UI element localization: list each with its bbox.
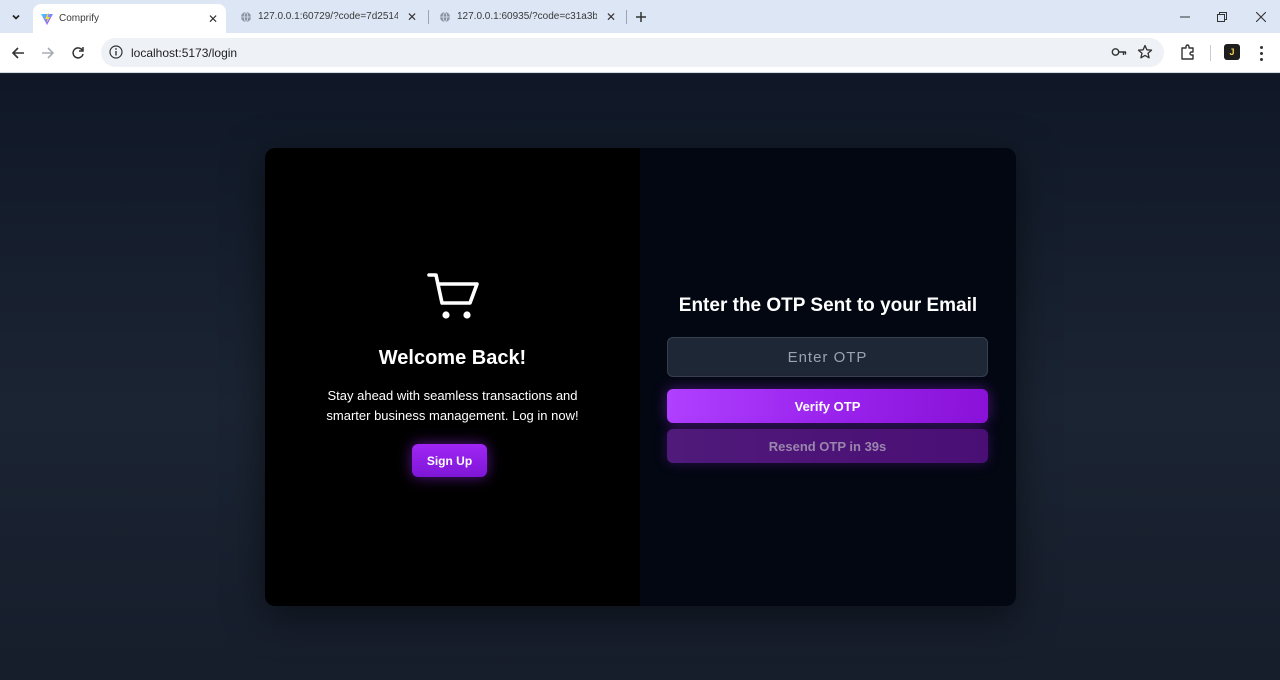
extensions-puzzle-icon[interactable] xyxy=(1178,42,1198,62)
menu-dot xyxy=(1259,45,1263,49)
back-button[interactable] xyxy=(7,42,29,64)
profile-avatar[interactable]: J xyxy=(1224,44,1240,60)
welcome-panel: Welcome Back! Stay ahead with seamless t… xyxy=(265,148,640,606)
close-window-button[interactable] xyxy=(1252,8,1270,26)
globe-icon xyxy=(438,10,452,24)
resend-otp-button[interactable]: Resend OTP in 39s xyxy=(667,429,988,463)
close-icon xyxy=(1256,12,1266,22)
shopping-cart-icon xyxy=(427,273,479,319)
tab-strip: Comprify ✕ 127.0.0.1:60729/?code=7d2514 … xyxy=(0,0,1280,33)
chevron-down-icon xyxy=(12,14,20,20)
toolbar-divider xyxy=(1210,45,1211,61)
minimize-button[interactable] xyxy=(1176,8,1194,26)
welcome-description: Stay ahead with seamless transactions an… xyxy=(326,388,579,423)
page-viewport: Welcome Back! Stay ahead with seamless t… xyxy=(0,74,1280,680)
close-icon[interactable]: ✕ xyxy=(405,10,419,24)
sign-up-button[interactable]: Sign Up xyxy=(412,444,487,477)
restore-icon xyxy=(1217,12,1227,22)
tab-title: 127.0.0.1:60729/?code=7d2514 xyxy=(258,11,398,22)
login-card: Welcome Back! Stay ahead with seamless t… xyxy=(265,148,1016,606)
forward-button[interactable] xyxy=(37,42,59,64)
close-icon[interactable]: ✕ xyxy=(604,10,618,24)
reload-icon xyxy=(72,47,84,59)
otp-heading: Enter the OTP Sent to your Email xyxy=(678,295,978,316)
menu-dot xyxy=(1259,51,1263,55)
globe-icon xyxy=(239,10,253,24)
vite-logo-icon xyxy=(40,12,54,26)
url-text[interactable]: localhost:5173/login xyxy=(131,46,237,60)
otp-input[interactable] xyxy=(667,337,988,377)
arrow-left-icon xyxy=(11,47,24,59)
tab-title: 127.0.0.1:60935/?code=c31a3b xyxy=(457,11,597,22)
tab-localhost-60935[interactable]: 127.0.0.1:60935/?code=c31a3b ✕ xyxy=(431,0,624,33)
tab-localhost-60729[interactable]: 127.0.0.1:60729/?code=7d2514 ✕ xyxy=(232,0,425,33)
tab-divider xyxy=(626,10,627,24)
site-info-icon[interactable] xyxy=(109,45,123,59)
minimize-icon xyxy=(1180,16,1190,18)
browser-menu-button[interactable] xyxy=(1254,42,1268,64)
menu-dot xyxy=(1259,57,1263,61)
otp-panel: Enter the OTP Sent to your Email Verify … xyxy=(640,148,1016,606)
close-icon[interactable]: ✕ xyxy=(206,12,220,26)
address-bar[interactable]: localhost:5173/login xyxy=(101,38,1164,67)
arrow-right-icon xyxy=(42,47,55,59)
key-icon[interactable] xyxy=(1111,45,1127,59)
tab-search-button[interactable] xyxy=(5,6,27,28)
verify-otp-button[interactable]: Verify OTP xyxy=(667,389,988,423)
tab-comprify[interactable]: Comprify ✕ xyxy=(33,4,226,33)
restore-button[interactable] xyxy=(1213,8,1231,26)
welcome-heading: Welcome Back! xyxy=(378,347,527,369)
bookmark-star-icon[interactable] xyxy=(1137,44,1153,60)
browser-toolbar: localhost:5173/login J xyxy=(0,33,1280,73)
new-tab-button[interactable] xyxy=(631,7,651,27)
plus-icon xyxy=(636,12,646,22)
reload-button[interactable] xyxy=(67,42,89,64)
tab-title: Comprify xyxy=(59,13,100,24)
tab-divider xyxy=(428,10,429,24)
